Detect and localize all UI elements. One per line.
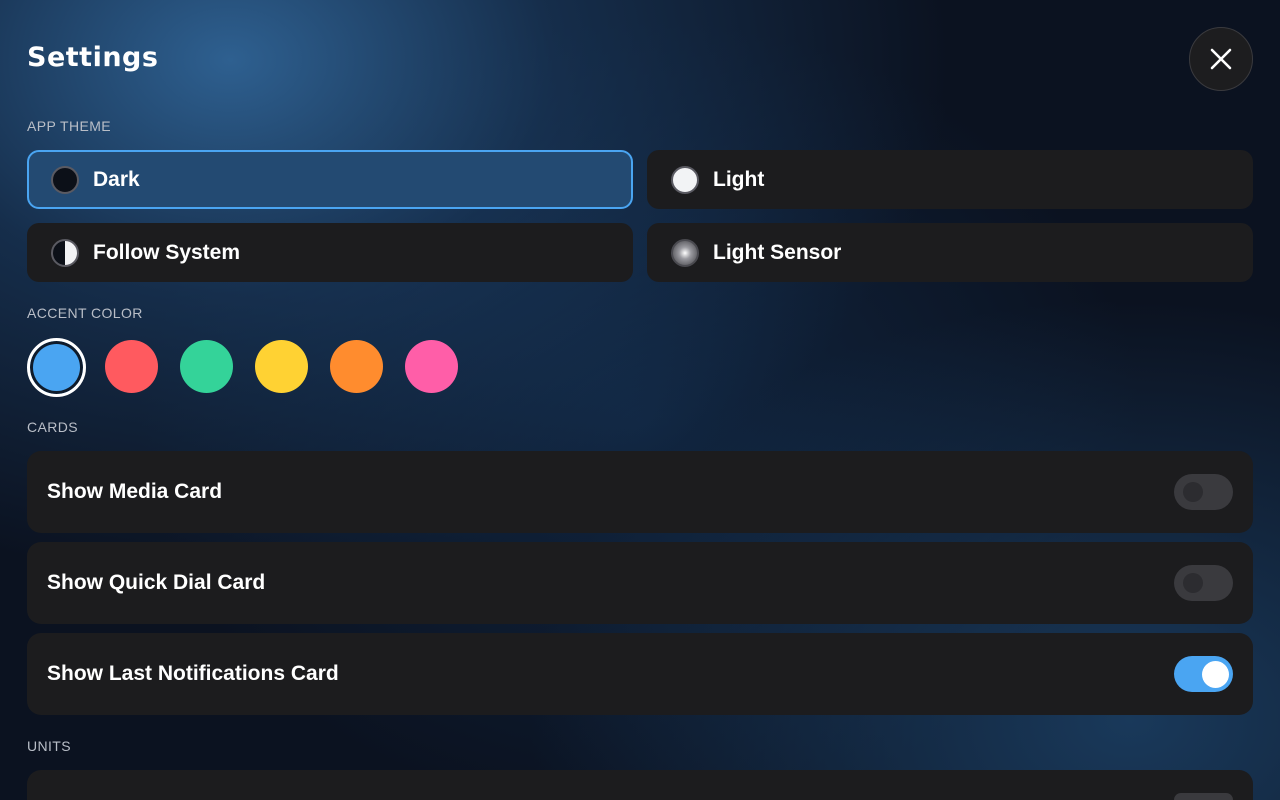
accent-color-section-label: ACCENT COLOR	[27, 305, 143, 321]
accent-swatch-blue[interactable]	[27, 338, 86, 397]
close-icon	[1210, 48, 1232, 70]
cards-section-label: CARDS	[27, 419, 79, 435]
theme-option-label: Dark	[93, 167, 140, 191]
theme-option-follow-system[interactable]: Follow System	[27, 223, 633, 282]
sensor-glow-icon	[671, 238, 699, 267]
app-theme-section-label: APP THEME	[27, 118, 111, 134]
theme-option-label: Light Sensor	[713, 240, 842, 264]
card-row-label: Show Quick Dial Card	[47, 571, 266, 594]
accent-swatch-orange[interactable]	[330, 340, 383, 393]
theme-option-light[interactable]: Light	[647, 150, 1253, 209]
theme-option-dark[interactable]: Dark	[27, 150, 633, 209]
card-row-label: Show Media Card	[47, 480, 223, 503]
theme-option-light-sensor[interactable]: Light Sensor	[647, 223, 1253, 282]
theme-options: Dark Light Follow System Light Sensor	[27, 150, 1253, 282]
theme-option-label: Light	[713, 167, 765, 191]
toggle-knob	[1202, 660, 1229, 688]
page-title: Settings	[27, 42, 159, 73]
card-row-label: Show Last Notifications Card	[47, 662, 339, 685]
light-circle-icon	[671, 165, 699, 194]
units-section-label: UNITS	[27, 738, 71, 754]
card-row-media: Show Media Card	[27, 451, 1253, 533]
card-row-last-notifications: Show Last Notifications Card	[27, 633, 1253, 715]
show-media-card-toggle[interactable]	[1174, 474, 1233, 510]
accent-swatch-green[interactable]	[180, 340, 233, 393]
accent-swatch-red[interactable]	[105, 340, 158, 393]
toggle-knob	[1183, 573, 1203, 593]
show-quick-dial-card-toggle[interactable]	[1174, 565, 1233, 601]
accent-swatch-pink[interactable]	[405, 340, 458, 393]
settings-page: Settings APP THEME Dark Light Follow Sys…	[27, 0, 1253, 800]
show-last-notifications-card-toggle[interactable]	[1174, 656, 1233, 692]
half-circle-icon	[51, 238, 79, 267]
toggle-knob	[1183, 482, 1203, 502]
accent-swatch-yellow[interactable]	[255, 340, 308, 393]
close-button[interactable]	[1189, 27, 1253, 91]
card-row-quick-dial: Show Quick Dial Card	[27, 542, 1253, 624]
units-toggle[interactable]	[1174, 793, 1233, 800]
units-row	[27, 770, 1253, 800]
dark-circle-icon	[51, 165, 79, 194]
theme-option-label: Follow System	[93, 240, 241, 264]
